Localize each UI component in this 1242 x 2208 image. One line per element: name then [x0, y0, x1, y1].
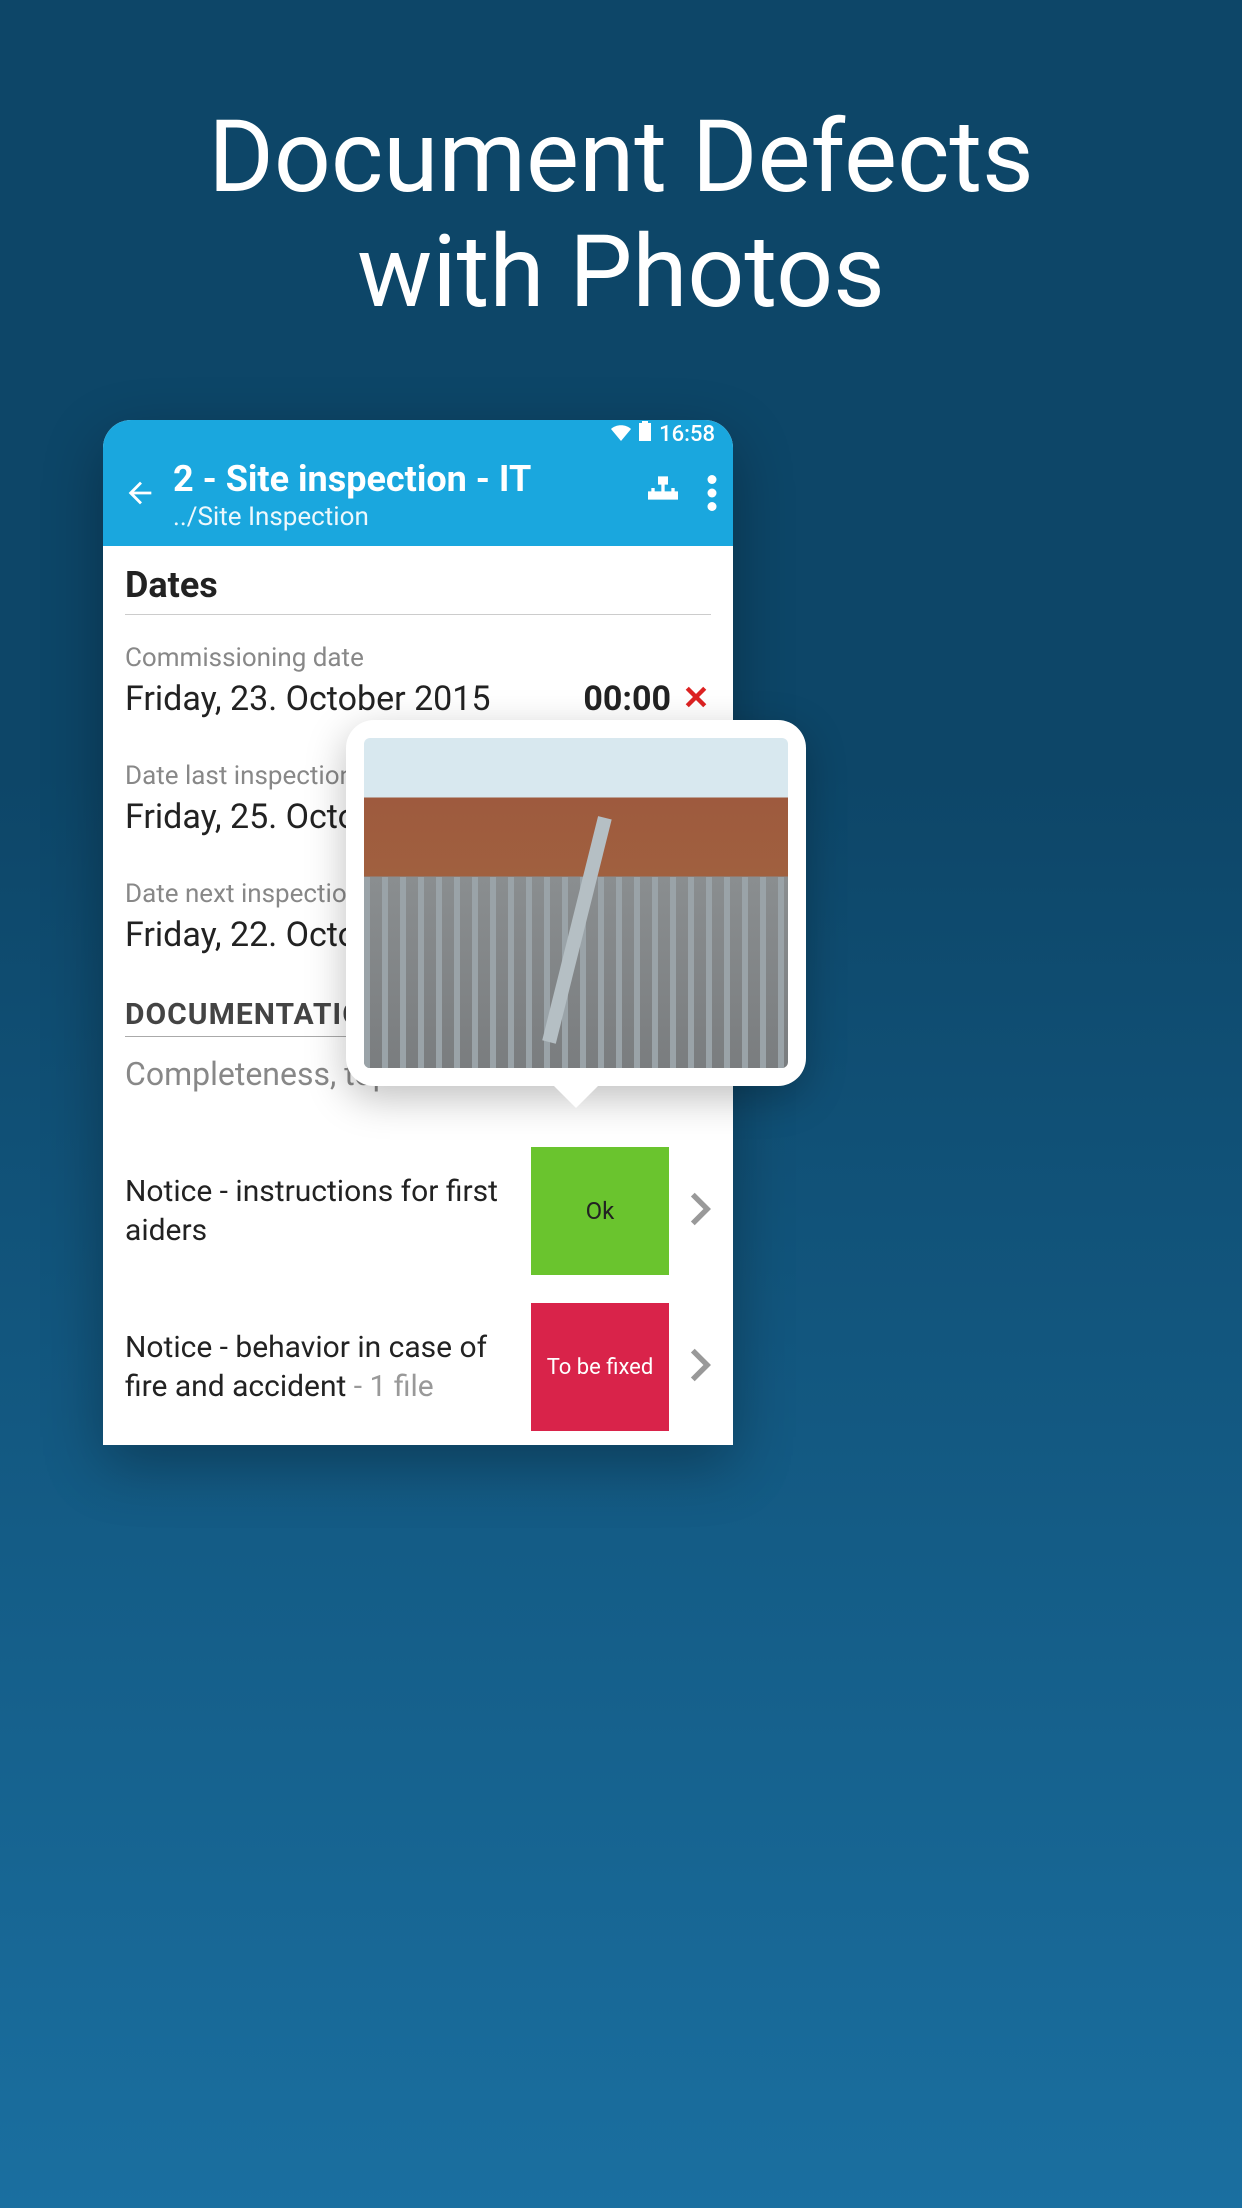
field-label: Commissioning date: [125, 643, 711, 673]
field-value: Friday, 23. October 2015: [125, 679, 491, 719]
app-bar-actions: [643, 473, 717, 517]
chevron-right-icon: [689, 1191, 711, 1231]
defect-photo-card: [346, 720, 806, 1086]
dates-section-title: Dates: [125, 564, 711, 615]
documentation-item-text: Notice - instructions for first aiders: [125, 1172, 511, 1250]
hero-line-2: with Photos: [0, 215, 1242, 330]
status-badge-fix[interactable]: To be fixed: [531, 1303, 669, 1431]
field-commissioning-date[interactable]: Commissioning date Friday, 23. October 2…: [125, 643, 711, 719]
documentation-item-meta: - 1 file: [346, 1369, 433, 1404]
documentation-item[interactable]: Notice - behavior in case of fire and ac…: [125, 1289, 711, 1445]
app-bar-titles: 2 - Site inspection - IT ../Site Inspect…: [173, 458, 643, 532]
wifi-icon: [611, 422, 631, 447]
overflow-menu-icon[interactable]: [707, 475, 717, 515]
defect-photo[interactable]: [364, 738, 788, 1068]
hero-title: Document Defects with Photos: [0, 0, 1242, 330]
chevron-right-icon: [689, 1347, 711, 1387]
status-bar: 16:58: [103, 420, 733, 448]
documentation-item-text: Notice - behavior in case of fire and ac…: [125, 1328, 511, 1406]
app-bar: 2 - Site inspection - IT ../Site Inspect…: [103, 448, 733, 546]
back-button[interactable]: [119, 468, 169, 522]
documentation-item[interactable]: Notice - instructions for first aiders O…: [125, 1133, 711, 1289]
sitemap-icon[interactable]: [643, 473, 683, 517]
field-time: 00:00: [583, 679, 671, 719]
callout-pointer-icon: [552, 1084, 600, 1108]
page-title: 2 - Site inspection - IT: [173, 458, 643, 500]
breadcrumb: ../Site Inspection: [173, 502, 643, 532]
status-time: 16:58: [659, 422, 715, 447]
battery-icon: [639, 421, 651, 447]
clear-icon[interactable]: [681, 682, 711, 716]
hero-line-1: Document Defects: [0, 100, 1242, 215]
status-badge-ok[interactable]: Ok: [531, 1147, 669, 1275]
